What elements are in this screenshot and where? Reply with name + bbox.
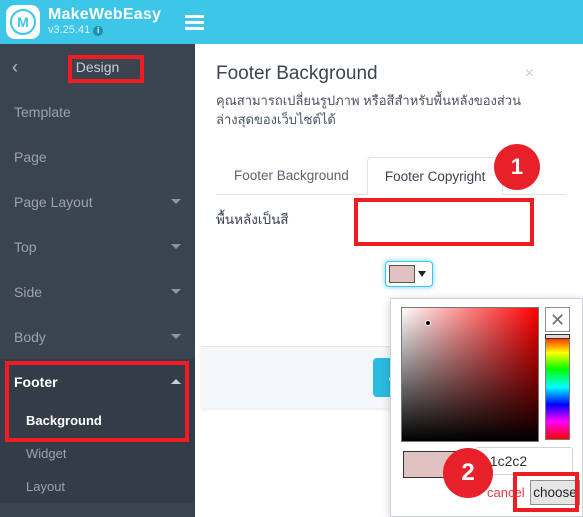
color-preview-swatch [403, 451, 465, 478]
color-picker-popup: ✕ cancel choose [390, 298, 583, 517]
panel-description: คุณสามารถเปลี่ยนรูปภาพ หรือสีสำหรับพื้นห… [216, 93, 521, 127]
hamburger-bar [185, 14, 205, 18]
top-bar: M MakeWebEasy v3.25.41 i [0, 0, 583, 44]
sidebar-item-label: Page Layout [14, 193, 93, 210]
chevron-down-icon [171, 334, 181, 339]
hex-color-input[interactable] [475, 447, 573, 475]
tab-bar: Footer Background Footer Copyright [216, 157, 566, 195]
sidebar-item-page[interactable]: Page [0, 134, 195, 179]
page-title: Footer Background [216, 63, 378, 84]
back-chevron-icon[interactable]: ‹ [12, 58, 18, 76]
hamburger-icon[interactable] [185, 14, 205, 30]
hamburger-bar [185, 20, 205, 24]
close-icon[interactable]: × [525, 66, 534, 82]
sidebar-item-page-layout[interactable]: Page Layout [0, 179, 195, 224]
chevron-down-icon [418, 271, 426, 277]
sidebar-title: Design [75, 58, 120, 75]
picker-top-row: ✕ [401, 307, 570, 442]
chevron-down-icon [171, 199, 181, 204]
sidebar-item-footer-widget[interactable]: Widget [0, 437, 195, 470]
chevron-up-icon [171, 379, 181, 384]
choose-button[interactable]: choose [530, 480, 580, 505]
brand-block: MakeWebEasy v3.25.41 i [48, 7, 161, 36]
app-logo[interactable]: M [6, 5, 40, 39]
sidebar-subitem-label: Layout [26, 479, 66, 494]
sidebar-item-footer[interactable]: Footer [0, 359, 195, 404]
chevron-down-icon [171, 289, 181, 294]
sidebar-item-side[interactable]: Side [0, 269, 195, 314]
sidebar-item-footer-background[interactable]: Background [0, 404, 195, 437]
cancel-link[interactable]: cancel [487, 485, 525, 500]
sidebar-item-label: Template [14, 103, 71, 120]
sidebar-item-label: Side [14, 283, 43, 300]
brand-name: MakeWebEasy [48, 6, 162, 24]
color-swatch-chip [389, 265, 415, 283]
saturation-value-area[interactable] [401, 307, 539, 442]
sidebar-item-footer-layout[interactable]: Layout [0, 470, 195, 503]
sidebar-item-top[interactable]: Top [0, 224, 195, 269]
app-root: M MakeWebEasy v3.25.41 i ‹ Design Templa… [0, 0, 583, 517]
sidebar-item-template[interactable]: Template [0, 89, 195, 134]
sidebar-item-label: Body [14, 328, 46, 345]
color-swatch-button[interactable] [385, 261, 433, 287]
hue-column: ✕ [545, 307, 570, 442]
sidebar-item-label: Footer [14, 373, 58, 390]
hamburger-bar [185, 26, 205, 30]
sidebar-item-label: Top [14, 238, 37, 255]
saturation-selector-dot[interactable] [424, 319, 431, 326]
hue-slider[interactable] [545, 334, 570, 440]
sidebar-item-label: Page [14, 148, 47, 165]
info-icon[interactable]: i [93, 25, 104, 36]
sidebar-header: ‹ Design [0, 44, 195, 89]
sidebar: ‹ Design Template Page Page Layout Top S… [0, 44, 195, 517]
hue-slider-handle[interactable] [545, 334, 570, 339]
sidebar-item-body[interactable]: Body [0, 314, 195, 359]
version-row: v3.25.41 i [48, 25, 161, 37]
tab-footer-copyright[interactable]: Footer Copyright [366, 157, 504, 195]
sidebar-subitem-label: Background [26, 413, 102, 428]
chevron-down-icon [171, 244, 181, 249]
logo-letter: M [10, 9, 36, 35]
background-color-label: พื้นหลังเป็นสี [216, 212, 289, 227]
tab-footer-background[interactable]: Footer Background [216, 156, 367, 194]
picker-close-icon[interactable]: ✕ [545, 307, 570, 332]
version-label: v3.25.41 [48, 24, 91, 37]
sidebar-subitem-label: Widget [26, 446, 67, 461]
